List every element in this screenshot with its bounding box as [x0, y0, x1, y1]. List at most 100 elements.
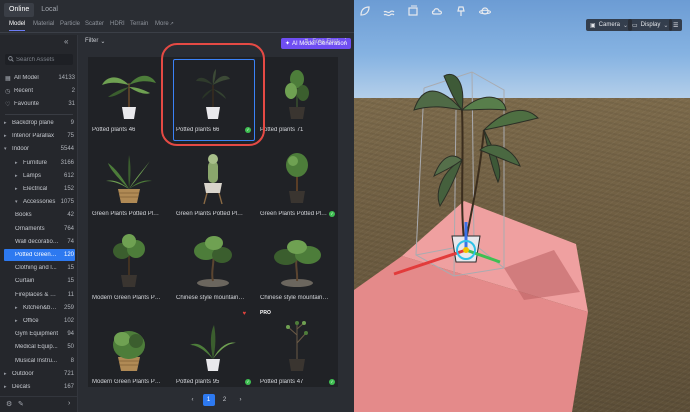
planet-icon[interactable]: [478, 4, 492, 18]
external-link-icon: ↗: [169, 21, 174, 27]
tree-item[interactable]: ▸ Outdoor 721: [4, 368, 75, 380]
tab-online[interactable]: Online: [4, 3, 35, 17]
asset-card[interactable]: Chinese style mountain st...: [172, 225, 254, 309]
nav-recent[interactable]: ◷ Recent 2: [5, 85, 75, 97]
chevron-right-icon[interactable]: ▸: [15, 305, 23, 311]
tab-local[interactable]: Local: [36, 3, 63, 17]
tree-item[interactable]: ▸ Lamps 612: [4, 170, 75, 182]
3d-viewport[interactable]: ▣ Camera ⌄ ▭ Display ⌄ ☰: [354, 0, 690, 412]
tree-item[interactable]: ▸Kitchen&bathro... 259: [4, 302, 75, 314]
next-page-button[interactable]: ›: [235, 394, 247, 406]
tree-item[interactable]: Gym Equipment 94: [4, 328, 75, 340]
chevron-right-icon[interactable]: ▸: [15, 173, 23, 179]
source-tabs: Online Local: [4, 3, 63, 17]
asset-name: Modern Green Plants Pott...: [92, 379, 162, 385]
chevron-down-icon[interactable]: ▾: [15, 199, 23, 205]
asset-card[interactable]: Modern Green Plants Pott...: [88, 225, 170, 309]
more-options-icon[interactable]: ⋮: [342, 37, 349, 45]
filter-button[interactable]: Filter ⌄: [85, 38, 105, 45]
chevron-right-icon[interactable]: ▸: [15, 318, 23, 324]
tree-item[interactable]: Potted Greenery 120: [4, 249, 75, 261]
chevron-right-icon[interactable]: ▸: [4, 371, 12, 377]
asset-card[interactable]: Green Plants Potted Plant...: [172, 141, 254, 225]
nav-count: 2: [71, 88, 75, 94]
tree-item[interactable]: ▸ Office 102: [4, 315, 75, 327]
camera-icon: ▣: [590, 22, 596, 29]
chevron-right-icon[interactable]: ▸: [15, 186, 23, 192]
more-viewport-menu[interactable]: ☰: [669, 19, 683, 31]
pin-icon[interactable]: [454, 4, 468, 18]
tree-item[interactable]: Curtain 15: [4, 275, 75, 287]
tree-item-count: 42: [67, 212, 74, 219]
chevron-right-icon[interactable]: ▸: [15, 160, 23, 166]
expand-right-icon[interactable]: ›: [68, 400, 70, 407]
menu-icon: ☰: [673, 22, 679, 29]
asset-name: Green Plants Potted Plant...: [92, 211, 162, 217]
asset-card[interactable]: Green Plants Potted Plant...: [88, 141, 170, 225]
chevron-right-icon[interactable]: ▸: [4, 384, 12, 390]
tree-item-count: 152: [63, 186, 74, 192]
asset-card[interactable]: Potted plants 95 ✓ ♥: [172, 309, 254, 387]
tree-item[interactable]: ▸ Electrical 152: [4, 183, 75, 195]
asset-card[interactable]: Potted plants 71: [256, 57, 338, 141]
tree-item-label: Backdrop plane: [12, 120, 54, 126]
tab-hdri[interactable]: HDRI: [110, 21, 125, 27]
asset-card[interactable]: Green Plants Potted Plant... ✓: [256, 141, 338, 225]
prev-page-button[interactable]: ‹: [187, 394, 199, 406]
tree-item[interactable]: ▸ Furniture 3166: [4, 157, 75, 169]
tab-more[interactable]: More↗: [155, 21, 174, 27]
tab-scatter[interactable]: Scatter: [85, 21, 104, 27]
pin-icon[interactable]: ✎: [18, 400, 24, 408]
category-sidebar: « ▦ All Model 14133 ◷ Recent 2 ♡ Favouri…: [0, 35, 78, 412]
tab-particle[interactable]: Particle: [60, 21, 80, 27]
tree-item[interactable]: Wall decorations 74: [4, 236, 75, 248]
tree-item-count: 94: [67, 331, 74, 338]
tree-item[interactable]: Fireplaces & St... 11: [4, 289, 75, 301]
chevron-right-icon[interactable]: ▸: [4, 133, 12, 139]
tree-item[interactable]: ▸ Decals 167: [4, 381, 75, 393]
tree-item[interactable]: Musical Instru... 8: [4, 355, 75, 367]
nav-all-model[interactable]: ▦ All Model 14133: [5, 72, 75, 84]
chevron-down-icon[interactable]: ▾: [4, 146, 12, 152]
nav-favourite[interactable]: ♡ Favourite 31: [5, 98, 75, 110]
tree-item[interactable]: ▾ Indoor 5544: [4, 143, 75, 155]
nav-label: Favourite: [14, 101, 40, 107]
tree-item[interactable]: ▸ Interior Parallax 75: [4, 130, 75, 142]
tree-item[interactable]: Clothing and l... 15: [4, 262, 75, 274]
tree-item-label: Decals: [12, 384, 31, 390]
page-button[interactable]: 1: [202, 394, 215, 406]
display-label: Display: [640, 22, 661, 28]
leaf-icon[interactable]: [358, 4, 372, 18]
viewport-toolbar: ▣ Camera ⌄ ▭ Display ⌄ ☰: [354, 0, 690, 31]
tree-item-count: 764: [63, 225, 74, 232]
asset-card[interactable]: Modern Green Plants Pott...: [88, 309, 170, 387]
search-box[interactable]: [5, 54, 73, 65]
tree-item[interactable]: Ornaments 764: [4, 223, 75, 235]
water-icon[interactable]: [382, 4, 396, 18]
settings-icon[interactable]: ⚙: [6, 400, 12, 408]
asset-card[interactable]: Chinese style mountain st...: [256, 225, 338, 309]
tab-terrain[interactable]: Terrain: [130, 21, 148, 27]
camera-select[interactable]: ▣ Camera ⌄: [586, 19, 633, 31]
tree-item[interactable]: ▾ Accessories 1075: [4, 196, 75, 208]
sort-select[interactable]: ⇅ Free First: [304, 38, 338, 46]
tree-item-count: 15: [67, 265, 74, 272]
collapse-sidebar-icon[interactable]: «: [64, 37, 68, 46]
tab-model[interactable]: Model: [9, 21, 26, 31]
tree-item-count: 120: [63, 252, 74, 258]
tree-item[interactable]: Medical Equip... 50: [4, 341, 75, 353]
asset-card[interactable]: Potted plants 46: [88, 57, 170, 141]
tree-item[interactable]: Books 42: [4, 209, 75, 221]
page-button[interactable]: 2: [219, 394, 231, 406]
chevron-right-icon[interactable]: ▸: [4, 120, 12, 126]
asset-card[interactable]: Potted plants 47 ✓ PRO: [256, 309, 338, 387]
search-input[interactable]: [16, 56, 70, 63]
display-select[interactable]: ▭ Display ⌄: [628, 19, 673, 31]
tab-material[interactable]: Material: [33, 21, 54, 27]
asset-name: Chinese style mountain st...: [176, 295, 246, 301]
favourite-heart-icon[interactable]: ♥: [242, 311, 246, 317]
cube-icon[interactable]: [406, 4, 420, 18]
cloud-icon[interactable]: [430, 4, 444, 18]
tree-item-count: 167: [63, 384, 74, 390]
tree-item[interactable]: ▸ Backdrop plane 9: [4, 117, 75, 129]
